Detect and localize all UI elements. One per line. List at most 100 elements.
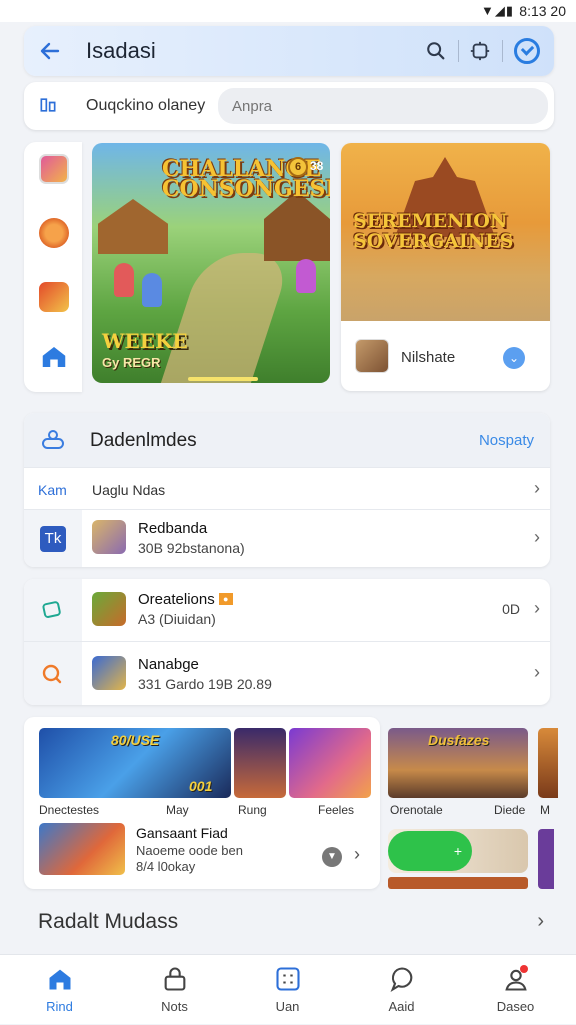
search-icon[interactable] bbox=[422, 37, 450, 65]
new-badge: ● bbox=[218, 593, 233, 605]
tile-label: Feeles bbox=[318, 803, 355, 817]
play-game-banner[interactable]: + bbox=[388, 829, 528, 873]
game-app-icon bbox=[355, 339, 389, 373]
chevron-right-icon: › bbox=[534, 598, 540, 618]
banner-game-logo: CHALLANGE CONSONGESES bbox=[162, 156, 330, 202]
download-icon[interactable]: ▼ bbox=[322, 847, 342, 867]
game-thumbnail bbox=[92, 520, 126, 554]
tile-label: Rung bbox=[238, 803, 267, 817]
bottom-navigation: Rind Nots Uan Aaid Daseo bbox=[0, 954, 576, 1024]
game-tile[interactable] bbox=[289, 728, 371, 798]
app-category-icon: Tk bbox=[40, 526, 66, 552]
check-circle-icon[interactable] bbox=[514, 38, 540, 64]
list-item[interactable]: Nanabge 331 Gardo 19B 20.89 › bbox=[24, 641, 550, 705]
nav-label: Rind bbox=[46, 999, 73, 1014]
chevron-down-icon[interactable]: ⌄ bbox=[503, 347, 525, 369]
status-time: 8:13 20 bbox=[519, 3, 566, 19]
filter-icon[interactable] bbox=[38, 95, 58, 120]
recommendations-card: Dadenlmdes Nospaty Kam Uaglu Ndas › Tk R… bbox=[24, 413, 550, 567]
card-title: Dadenlmdes bbox=[90, 430, 197, 451]
page-title: Isadasi bbox=[86, 38, 156, 63]
category-orange-icon[interactable] bbox=[39, 218, 69, 248]
search-input[interactable] bbox=[218, 88, 548, 124]
category-game-icon[interactable] bbox=[39, 154, 69, 184]
game-thumbnail[interactable] bbox=[39, 823, 125, 875]
nav-label: Nots bbox=[161, 999, 188, 1014]
tile-label: Dnectestes bbox=[39, 803, 100, 817]
tile-title: Dusfazes bbox=[428, 732, 490, 748]
signal-wifi-battery-icons: ▼◢▮ bbox=[480, 3, 514, 18]
nav-home[interactable]: Rind bbox=[2, 955, 117, 1025]
home-icon bbox=[46, 965, 74, 993]
nav-scan[interactable]: Uan bbox=[230, 955, 345, 1025]
game-tile[interactable] bbox=[538, 829, 554, 889]
games-list-card: Oreatelions ● A3 (Diuidan) 0D › Nanabge 3… bbox=[24, 579, 550, 705]
side-game-card[interactable]: SEREMENION SOVERGAINES Nilshate ⌄ bbox=[341, 143, 550, 391]
nav-profile[interactable]: Daseo bbox=[458, 955, 573, 1025]
list-item[interactable]: Kam Uaglu Ndas › bbox=[24, 467, 550, 509]
game-subtitle: 331 Gardo 19B 20.89 bbox=[138, 676, 272, 692]
back-arrow-icon[interactable] bbox=[34, 35, 66, 67]
tile-label: May bbox=[166, 803, 189, 817]
notification-dot bbox=[520, 965, 528, 973]
row-text: Uaglu Ndas bbox=[92, 482, 166, 498]
game-grid-card-2: Dusfazes Orenotale Diede M + bbox=[388, 717, 576, 889]
search-label: Ouqckino olaney bbox=[86, 97, 206, 114]
game-subtitle: Naoeme oode ben bbox=[136, 843, 243, 858]
game-tile[interactable]: Dusfazes bbox=[388, 728, 528, 798]
game-tile[interactable] bbox=[538, 728, 558, 798]
list-item[interactable]: Tk Redbanda 30B 92bstanona) › bbox=[24, 509, 550, 567]
row-tag: Kam bbox=[38, 482, 67, 498]
header-divider bbox=[502, 40, 503, 62]
tile-label: M bbox=[540, 803, 550, 817]
banner-tag: WEEKE bbox=[102, 329, 188, 353]
game-thumbnail bbox=[92, 592, 126, 626]
featured-game-banner[interactable]: CHALLANGE CONSONGESES 6 38 WEEKE Gy REGR bbox=[92, 143, 330, 383]
chat-bubble-icon bbox=[388, 965, 416, 993]
game-tile[interactable]: 80/USE 001 bbox=[39, 728, 231, 798]
game-title: Oreatelions ● bbox=[138, 591, 233, 608]
banner-subtag: Gy REGR bbox=[102, 355, 161, 370]
game-title: Nanabge bbox=[138, 656, 199, 673]
game-title: Redbanda bbox=[138, 520, 208, 537]
row-value: 0D bbox=[502, 601, 520, 617]
category-red-icon[interactable] bbox=[39, 282, 69, 312]
nav-chat[interactable]: Aaid bbox=[344, 955, 459, 1025]
scan-icon bbox=[274, 965, 302, 993]
nav-label: Uan bbox=[275, 999, 300, 1014]
coin-icon: 6 bbox=[288, 157, 308, 177]
banner-path bbox=[160, 253, 294, 383]
nav-news[interactable]: Nots bbox=[117, 955, 232, 1025]
side-game-logo: SEREMENION SOVERGAINES bbox=[353, 210, 514, 252]
chevron-right-icon: › bbox=[534, 662, 540, 682]
banner-strip bbox=[388, 877, 528, 889]
chevron-right-icon: › bbox=[534, 478, 540, 498]
game-subtitle: A3 (Diuidan) bbox=[138, 611, 216, 627]
chevron-right-icon[interactable]: › bbox=[354, 844, 360, 865]
search-orange-icon bbox=[40, 662, 64, 691]
edit-icon bbox=[40, 597, 64, 626]
list-item[interactable]: Oreatelions ● A3 (Diuidan) 0D › bbox=[24, 579, 550, 641]
game-title: Gansaant Fiad bbox=[136, 825, 228, 841]
settings-gear-icon[interactable] bbox=[466, 37, 494, 65]
coin-count: 38 bbox=[310, 159, 324, 173]
status-bar: ▼◢▮ 8:13 20 bbox=[0, 0, 576, 22]
see-more-link[interactable]: Nospaty bbox=[479, 432, 534, 449]
search-box[interactable] bbox=[218, 88, 548, 124]
banner-hut bbox=[98, 199, 168, 254]
banner-character bbox=[142, 273, 162, 307]
nav-label: Aaid bbox=[388, 999, 415, 1014]
game-grid-card: 80/USE 001 Dnectestes May Rung Feeles Ga… bbox=[24, 717, 380, 889]
game-subtitle: 30B 92bstanona) bbox=[138, 540, 245, 556]
game-tile[interactable] bbox=[234, 728, 286, 798]
home-icon[interactable] bbox=[39, 342, 69, 372]
game-thumbnail bbox=[92, 656, 126, 690]
tile-label: Diede bbox=[494, 803, 526, 817]
lock-icon bbox=[161, 965, 189, 993]
section-title: Radalt Mudass bbox=[38, 910, 179, 933]
chevron-right-icon: › bbox=[537, 910, 544, 932]
tile-label: Orenotale bbox=[390, 803, 443, 817]
play-button[interactable]: + bbox=[388, 831, 472, 871]
section-row[interactable]: Radalt Mudass › bbox=[24, 896, 550, 950]
header-divider bbox=[458, 40, 459, 62]
